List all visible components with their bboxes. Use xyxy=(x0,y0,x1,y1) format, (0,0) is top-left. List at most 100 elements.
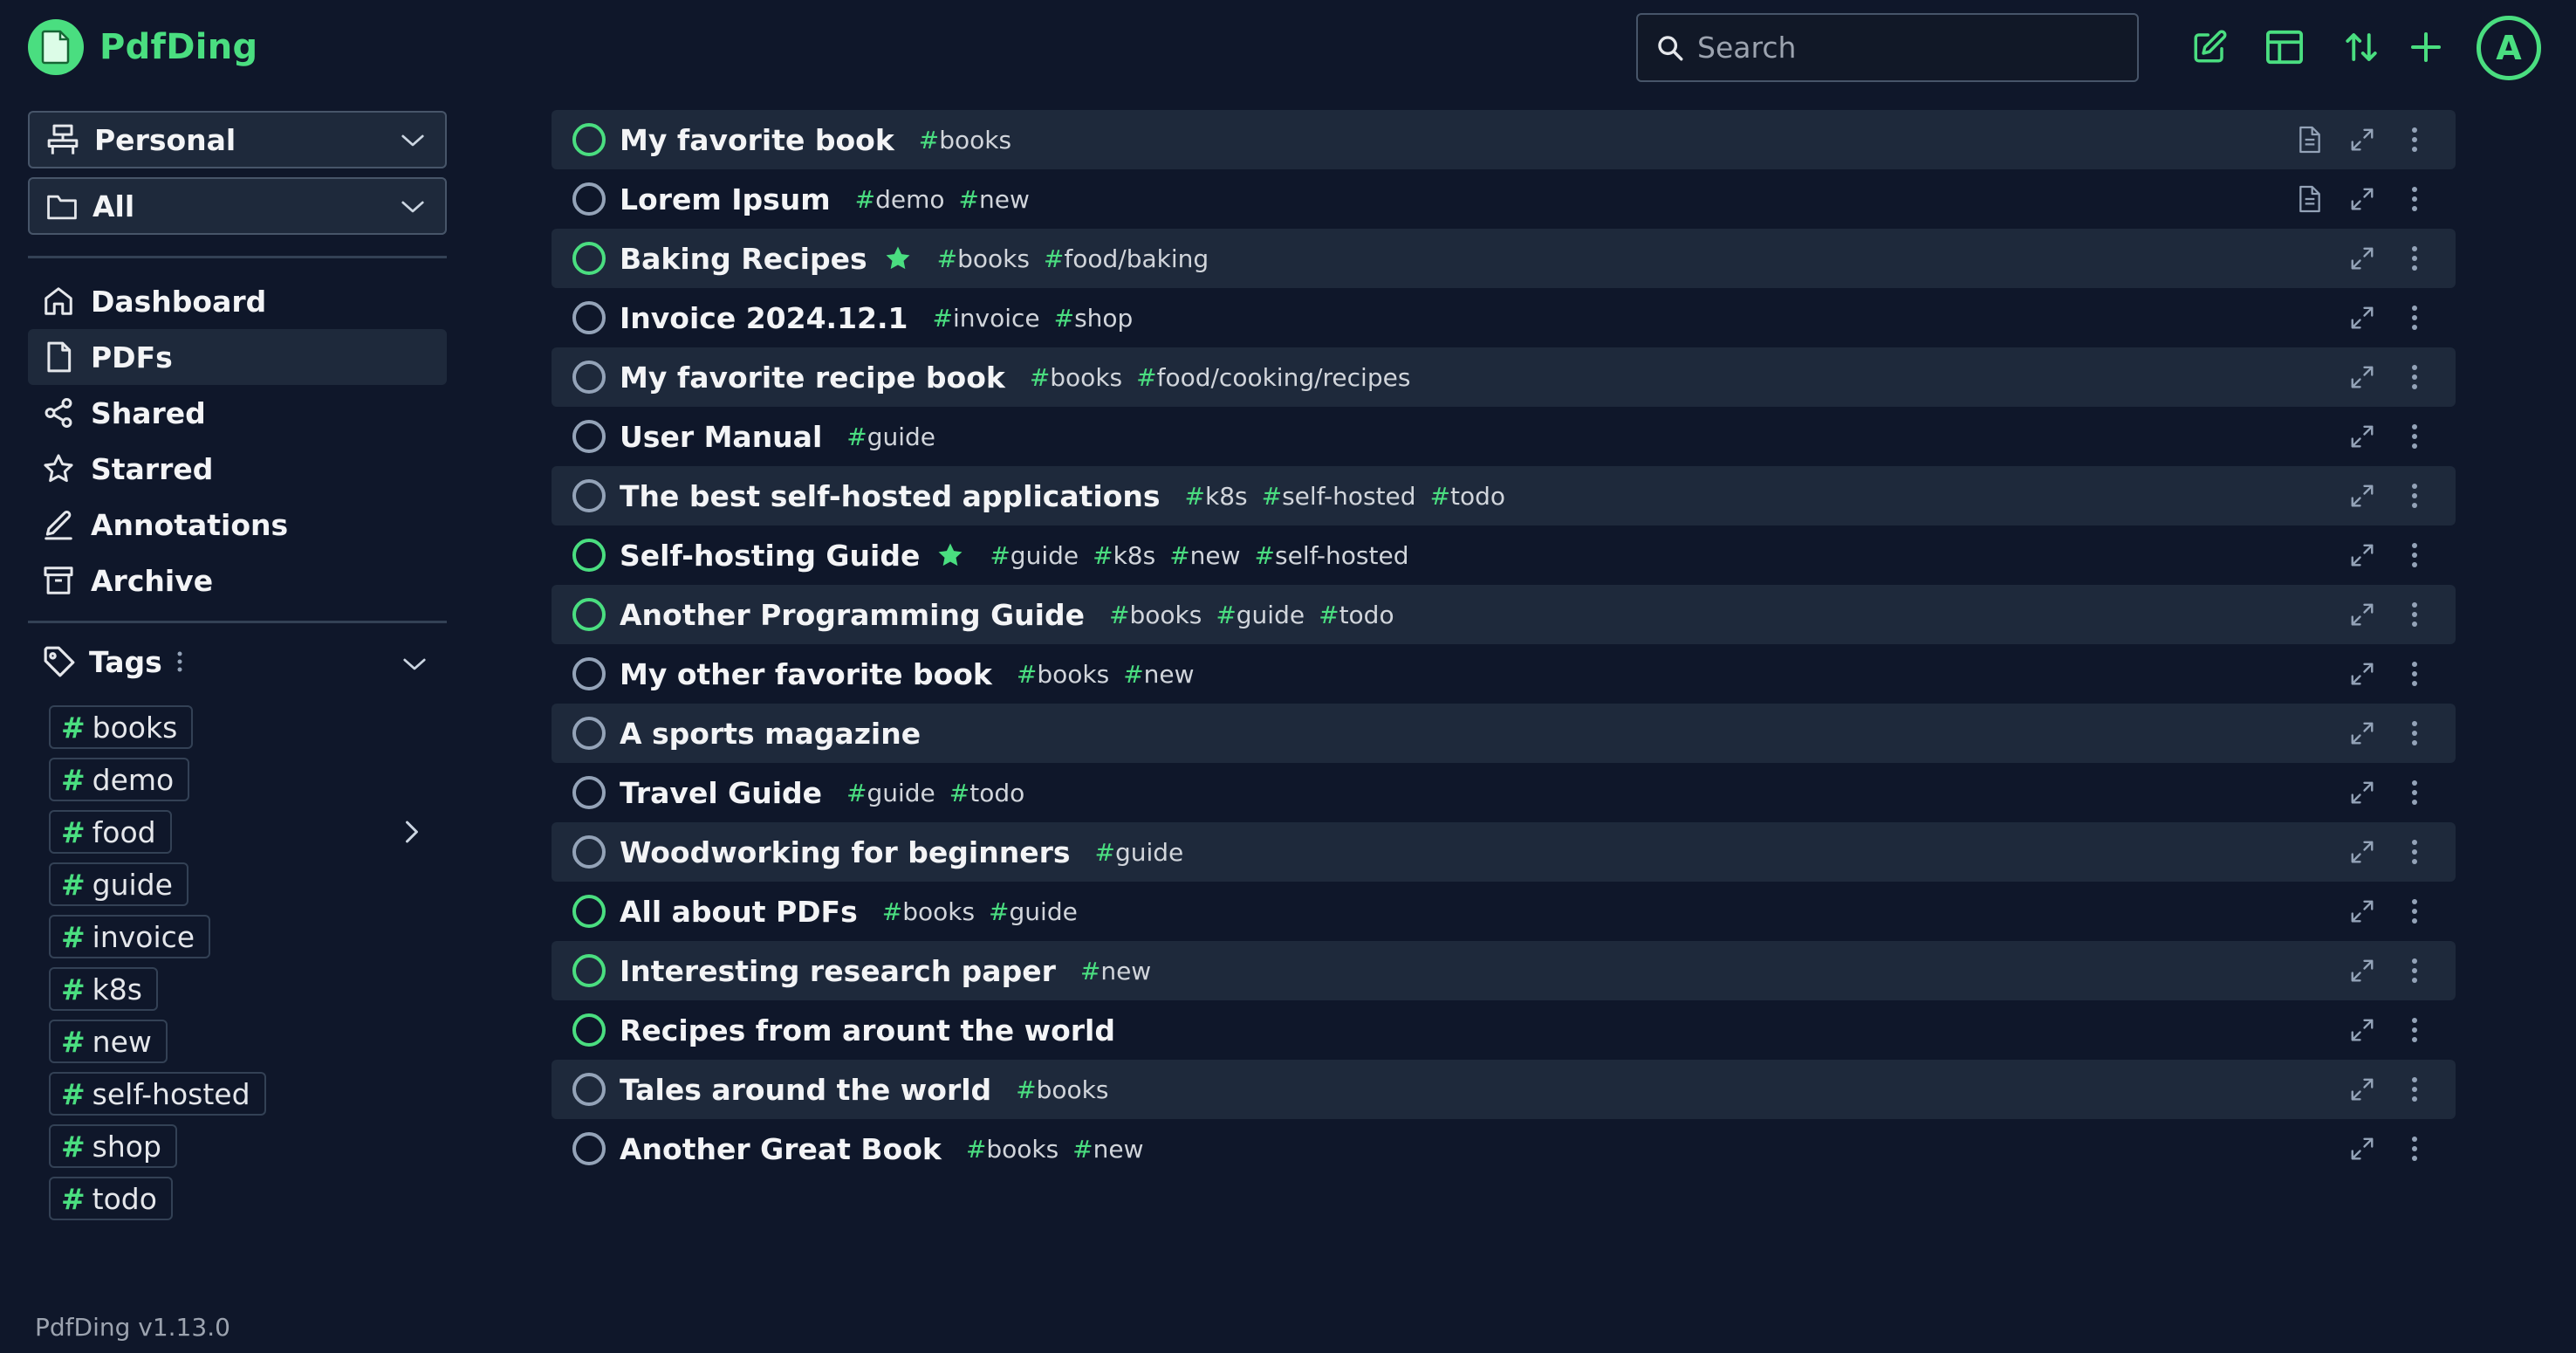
layout-icon[interactable] xyxy=(2264,26,2305,68)
pdf-row[interactable]: My favorite recipe book #books #food/cooki… xyxy=(552,347,2456,407)
sidebar-item-annotations[interactable]: Annotations xyxy=(28,497,447,553)
pdf-tag[interactable]: #food/baking xyxy=(1044,244,1209,273)
expand-icon[interactable] xyxy=(2347,718,2377,748)
expand-icon[interactable] xyxy=(2347,481,2377,511)
pdf-tag[interactable]: #new xyxy=(1072,1135,1143,1164)
pdf-title[interactable]: Lorem Ipsum xyxy=(620,182,831,216)
pdf-tag[interactable]: #new xyxy=(1169,541,1240,570)
pdf-row[interactable]: Travel Guide #guide #todo xyxy=(552,763,2456,822)
workspace-select[interactable]: Personal xyxy=(28,111,447,168)
pdf-title[interactable]: Woodworking for beginners xyxy=(620,835,1071,869)
expand-icon[interactable] xyxy=(2347,778,2377,807)
pdf-tag[interactable]: #guide xyxy=(846,422,935,451)
sidebar-tag-todo[interactable]: # todo xyxy=(49,1177,173,1220)
pdf-title[interactable]: My favorite recipe book xyxy=(620,361,1005,395)
pdf-title[interactable]: Interesting research paper xyxy=(620,954,1056,988)
more-options-icon[interactable] xyxy=(2400,540,2429,570)
pdf-row[interactable]: A sports magazine xyxy=(552,704,2456,763)
expand-icon[interactable] xyxy=(2347,600,2377,629)
pdf-row[interactable]: My favorite book #books xyxy=(552,110,2456,169)
more-options-icon[interactable] xyxy=(2400,1015,2429,1045)
sidebar-item-dashboard[interactable]: Dashboard xyxy=(28,273,447,329)
collection-select[interactable]: All xyxy=(28,177,447,235)
pdf-tag[interactable]: #k8s xyxy=(1185,482,1248,511)
search-box[interactable] xyxy=(1636,13,2139,82)
chevron-down-icon[interactable] xyxy=(401,653,428,676)
sidebar-item-starred[interactable]: Starred xyxy=(28,441,447,497)
pdf-row[interactable]: All about PDFs #books #guide xyxy=(552,882,2456,941)
more-options-icon[interactable] xyxy=(2400,778,2429,807)
pdf-row[interactable]: Invoice 2024.12.1 #invoice #shop xyxy=(552,288,2456,347)
expand-icon[interactable] xyxy=(2347,540,2377,570)
pdf-tag[interactable]: #guide xyxy=(1216,601,1305,629)
expand-icon[interactable] xyxy=(2347,184,2377,214)
pdf-tag[interactable]: #guide xyxy=(990,541,1079,570)
more-options-icon[interactable] xyxy=(2400,481,2429,511)
sidebar-tag-shop[interactable]: # shop xyxy=(49,1124,177,1168)
pdf-title[interactable]: Tales around the world xyxy=(620,1073,991,1107)
pdf-title[interactable]: Invoice 2024.12.1 xyxy=(620,301,908,335)
chevron-right-icon[interactable] xyxy=(403,819,421,845)
notes-icon[interactable] xyxy=(2295,125,2325,155)
pdf-tag[interactable]: #new xyxy=(1080,957,1151,986)
sidebar-item-archive[interactable]: Archive xyxy=(28,553,447,608)
sidebar-tag-guide[interactable]: # guide xyxy=(49,862,188,906)
pdf-tag[interactable]: #guide xyxy=(989,897,1078,926)
app-logo[interactable]: PdfDing xyxy=(28,19,257,75)
pdf-tag[interactable]: #new xyxy=(1123,660,1194,689)
more-options-icon[interactable] xyxy=(2400,956,2429,986)
pdf-title[interactable]: Another Great Book xyxy=(620,1132,942,1166)
more-options-icon[interactable] xyxy=(2400,1134,2429,1164)
more-options-icon[interactable] xyxy=(2400,837,2429,867)
pdf-row[interactable]: My other favorite book #books #new xyxy=(552,644,2456,704)
pdf-tag[interactable]: #self-hosted xyxy=(1255,541,1409,570)
pdf-tag[interactable]: #books xyxy=(882,897,975,926)
pdf-tag[interactable]: #todo xyxy=(1430,482,1505,511)
expand-icon[interactable] xyxy=(2347,1015,2377,1045)
more-options-icon[interactable] xyxy=(2400,125,2429,155)
sidebar-item-shared[interactable]: Shared xyxy=(28,385,447,441)
pdf-title[interactable]: The best self-hosted applications xyxy=(620,479,1161,513)
pdf-title[interactable]: My favorite book xyxy=(620,123,894,157)
pdf-row[interactable]: Another Great Book #books #new xyxy=(552,1119,2456,1178)
more-options-icon[interactable] xyxy=(2400,303,2429,333)
pdf-row[interactable]: The best self-hosted applications #k8s #se… xyxy=(552,466,2456,525)
pdf-tag[interactable]: #todo xyxy=(949,779,1024,807)
pdf-row[interactable]: Tales around the world #books xyxy=(552,1060,2456,1119)
sidebar-tag-new[interactable]: # new xyxy=(49,1020,168,1063)
pdf-tag[interactable]: #books xyxy=(1030,363,1122,392)
expand-icon[interactable] xyxy=(2347,956,2377,986)
sidebar-tag-books[interactable]: # books xyxy=(49,705,194,749)
pdf-row[interactable]: Interesting research paper #new xyxy=(552,941,2456,1000)
pdf-title[interactable]: Baking Recipes xyxy=(620,242,867,276)
pdf-tag[interactable]: #books xyxy=(937,244,1030,273)
more-options-icon[interactable] xyxy=(2400,362,2429,392)
expand-icon[interactable] xyxy=(2347,362,2377,392)
notes-icon[interactable] xyxy=(2295,184,2325,214)
pdf-row[interactable]: Recipes from arount the world xyxy=(552,1000,2456,1060)
pdf-row[interactable]: Woodworking for beginners #guide xyxy=(552,822,2456,882)
pdf-tag[interactable]: #books xyxy=(1016,1075,1108,1104)
pdf-row[interactable]: User Manual #guide xyxy=(552,407,2456,466)
sidebar-tag-food[interactable]: # food xyxy=(49,810,172,854)
expand-icon[interactable] xyxy=(2347,896,2377,926)
expand-icon[interactable] xyxy=(2347,303,2377,333)
tags-header[interactable]: Tags xyxy=(42,644,183,679)
sidebar-tag-k8s[interactable]: # k8s xyxy=(49,967,158,1011)
sidebar-tag-demo[interactable]: # demo xyxy=(49,758,190,801)
more-options-icon[interactable] xyxy=(2400,1075,2429,1104)
more-options-icon[interactable] xyxy=(2400,244,2429,273)
pdf-tag[interactable]: #books xyxy=(1017,660,1109,689)
pdf-tag[interactable]: #food/cooking/recipes xyxy=(1136,363,1410,392)
pdf-tag[interactable]: #guide xyxy=(1095,838,1184,867)
pdf-title[interactable]: Another Programming Guide xyxy=(620,598,1085,632)
pdf-tag[interactable]: #books xyxy=(1109,601,1202,629)
pdf-tag[interactable]: #guide xyxy=(846,779,935,807)
more-options-icon[interactable] xyxy=(2400,896,2429,926)
pdf-title[interactable]: My other favorite book xyxy=(620,657,992,691)
pdf-row[interactable]: Lorem Ipsum #demo #new xyxy=(552,169,2456,229)
expand-icon[interactable] xyxy=(2347,125,2377,155)
pdf-tag[interactable]: #k8s xyxy=(1093,541,1155,570)
pdf-tag[interactable]: #books xyxy=(966,1135,1058,1164)
pdf-tag[interactable]: #demo xyxy=(855,185,945,214)
